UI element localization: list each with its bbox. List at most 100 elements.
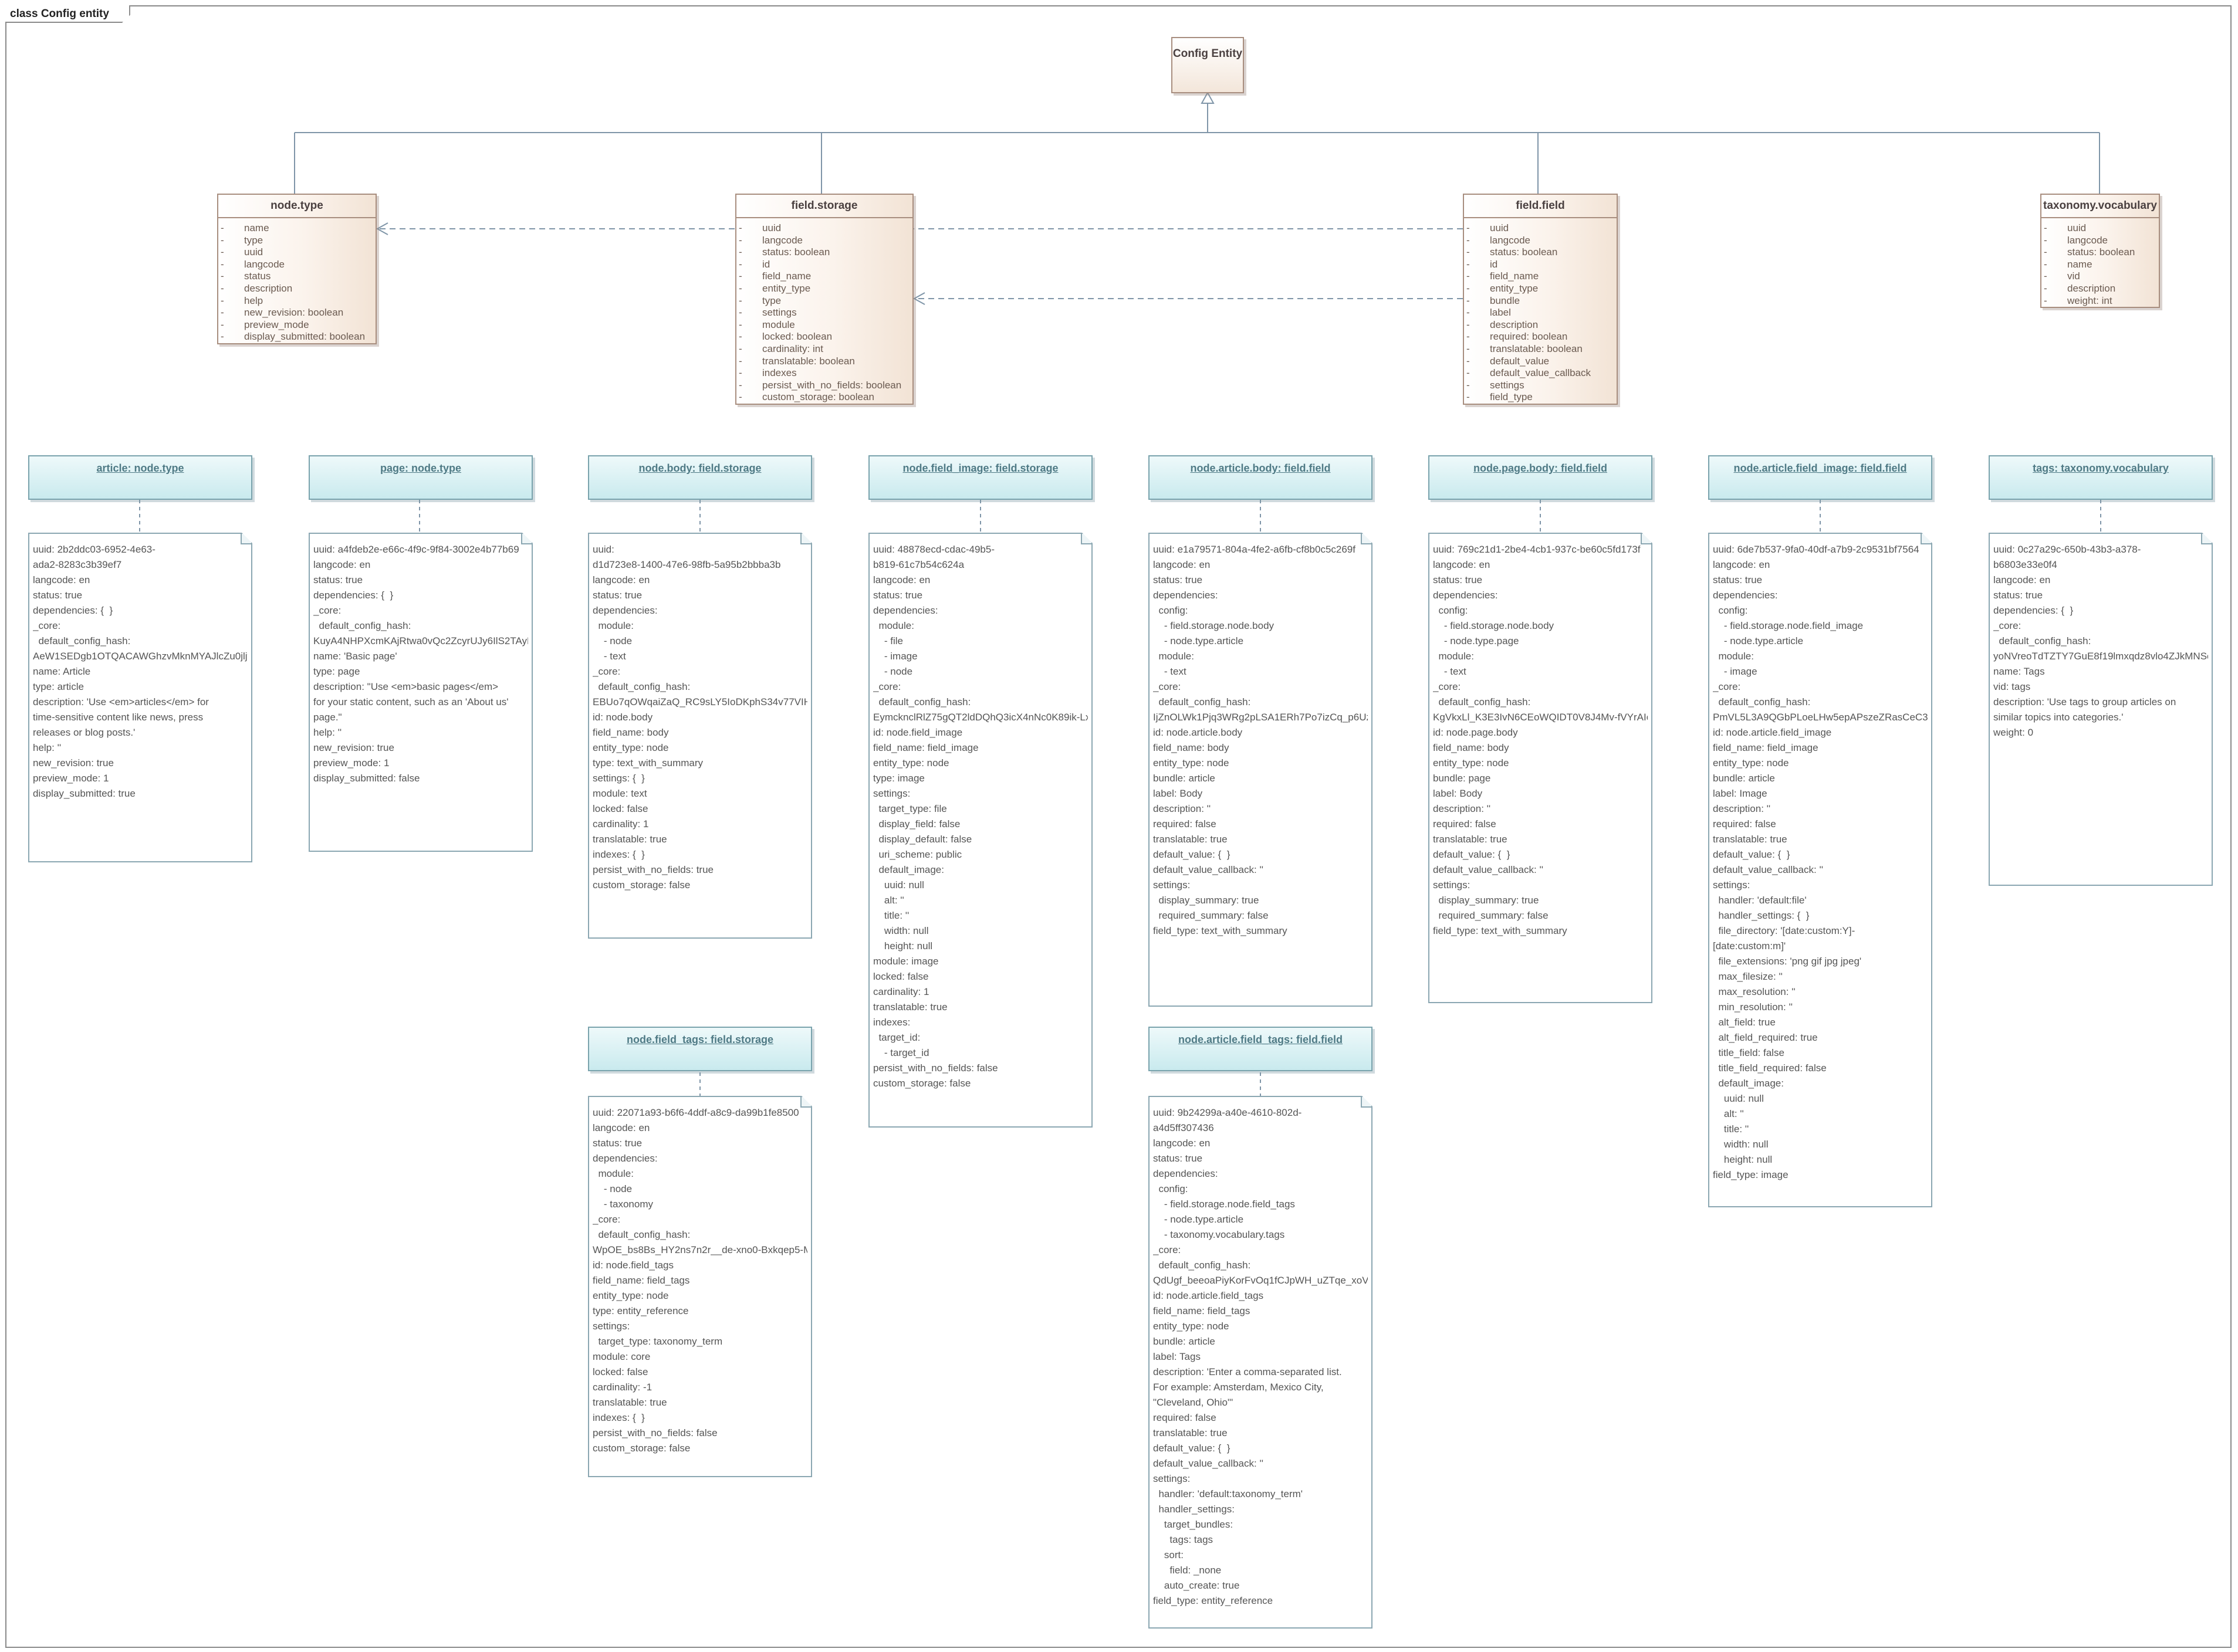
object-title: node.article.body: field.field — [1190, 462, 1331, 474]
note-line: settings: — [1713, 879, 1750, 891]
note-line: display_submitted: true — [33, 788, 136, 799]
note-line: b6803e33e0f4 — [1993, 559, 2057, 570]
note-line: status: true — [593, 1138, 643, 1149]
attribute-label: langcode — [244, 258, 285, 270]
note-line: default_value: { } — [1153, 849, 1230, 860]
note-line: dependencies: — [1433, 590, 1498, 601]
class-name: node.type — [218, 195, 376, 218]
note-line: dependencies: — [1153, 1168, 1218, 1179]
note-line: _core: — [1433, 681, 1461, 692]
note-line: config: — [1153, 605, 1188, 616]
note-line: module: — [593, 620, 634, 631]
attribute-label: description — [2067, 282, 2116, 294]
class-field-storage[interactable]: field.storage - uuid - langcode - status: bool… — [735, 194, 914, 405]
note-line: status: true — [593, 590, 643, 601]
visibility-marker: - — [2044, 282, 2047, 294]
note-line: EBUo7qOWqaiZaQ_RC9sLY5IoDKphS34v77VIHSAC… — [593, 696, 807, 707]
note-line: default_value: { } — [1713, 849, 1790, 860]
object-node-article-field-image[interactable]: node.article.field_image: field.field — [1708, 455, 1932, 500]
note-line: - field.storage.node.field_image — [1713, 620, 1864, 631]
note-line: handler: 'default:taxonomy_term' — [1153, 1488, 1303, 1499]
note-line: - field.storage.node.body — [1153, 620, 1274, 631]
note-line: uuid: 22071a93-b6f6-4ddf-a8c9-da99b1fe85… — [593, 1107, 799, 1118]
note-node-field-tags: uuid: 22071a93-b6f6-4ddf-a8c9-da99b1fe85… — [588, 1096, 812, 1477]
note-line: label: Tags — [1153, 1351, 1201, 1362]
note-line: default_config_hash: — [873, 696, 971, 707]
visibility-marker: - — [739, 307, 742, 319]
note-line: id: node.body — [593, 712, 653, 723]
class-taxonomy-vocabulary[interactable]: taxonomy.vocabulary - uuid - langcode - status… — [2040, 194, 2160, 308]
visibility-marker: - — [1466, 222, 1470, 233]
object-node-article-field-tags[interactable]: node.article.field_tags: field.field — [1148, 1027, 1372, 1071]
attribute-label: name — [244, 222, 269, 233]
class-attribute: - weight: int — [2041, 295, 2159, 307]
class-attribute: - help — [218, 295, 376, 307]
note-line: d1d723e8-1400-47e6-98fb-5a95b2bbba3b — [593, 559, 781, 570]
note-line: settings: — [1153, 1473, 1191, 1484]
class-attribute: - persist_with_no_fields: boolean — [736, 380, 912, 392]
note-line: - image — [873, 651, 918, 662]
attribute-label: entity_type — [762, 282, 811, 294]
class-attribute: - translatable: boolean — [736, 356, 912, 368]
note-line: entity_type: node — [873, 757, 949, 769]
note-line: status: true — [1153, 1153, 1203, 1164]
note-line: _core: — [873, 681, 901, 692]
class-field-field[interactable]: field.field - uuid - langcode - status: boolea… — [1463, 194, 1618, 405]
attribute-label: bundle — [1490, 294, 1520, 306]
attribute-label: required: boolean — [1490, 331, 1568, 343]
note-line: status: true — [1433, 574, 1483, 585]
config-entity-class[interactable]: Config Entity — [1171, 37, 1244, 93]
note-line: module: — [1433, 651, 1474, 662]
attribute-label: entity_type — [1490, 282, 1539, 294]
object-title: node.body: field.storage — [638, 462, 762, 474]
note-line: description: 'Use tags to group articles… — [1993, 696, 2176, 707]
object-article[interactable]: article: node.type — [28, 455, 252, 500]
note-line: - file — [873, 635, 904, 646]
note-line: dependencies: — [593, 1153, 658, 1164]
object-node-field-tags[interactable]: node.field_tags: field.storage — [588, 1027, 812, 1071]
class-attribute: - entity_type — [736, 283, 912, 295]
class-node-type[interactable]: node.type - name - type - uuid - langcode - status… — [217, 194, 377, 344]
note-line: langcode: en — [1433, 559, 1490, 570]
note-line: langcode: en — [1713, 559, 1770, 570]
class-attribute: - preview_mode — [218, 319, 376, 331]
visibility-marker: - — [221, 307, 224, 319]
attribute-label: new_revision: boolean — [244, 307, 344, 319]
class-attribute: - type — [736, 295, 912, 307]
note-line: label: Image — [1713, 788, 1767, 799]
object-node-page-body[interactable]: node.page.body: field.field — [1428, 455, 1652, 500]
object-node-article-body[interactable]: node.article.body: field.field — [1148, 455, 1372, 500]
object-page[interactable]: page: node.type — [309, 455, 533, 500]
object-tags[interactable]: tags: taxonomy.vocabulary — [1989, 455, 2213, 500]
note-line: vid: tags — [1993, 681, 2031, 692]
note-line: _core: — [313, 605, 342, 616]
note-line: dependencies: { } — [33, 605, 113, 616]
class-attribute: - id — [736, 259, 912, 271]
object-node-field-image[interactable]: node.field_image: field.storage — [868, 455, 1093, 500]
note-line: display_summary: true — [1153, 895, 1259, 906]
note-line: - text — [1153, 666, 1186, 677]
note-line: - node — [593, 1183, 633, 1194]
note-line: alt: '' — [873, 895, 904, 906]
note-line: display_summary: true — [1433, 895, 1539, 906]
note-line: _core: — [593, 666, 621, 677]
note-line: langcode: en — [1153, 559, 1211, 570]
attribute-label: description — [244, 282, 293, 294]
visibility-marker: - — [1466, 294, 1470, 306]
note-line: indexes: { } — [593, 1412, 645, 1423]
class-attribute: - name — [2041, 259, 2159, 271]
visibility-marker: - — [221, 234, 224, 246]
note-page: uuid: a4fdeb2e-e66c-4f9c-9f84-3002e4b77b… — [309, 533, 533, 852]
visibility-marker: - — [739, 331, 742, 343]
attribute-label: status: boolean — [2067, 246, 2135, 258]
note-line: id: node.page.body — [1433, 727, 1518, 738]
note-line: default_value: { } — [1433, 849, 1510, 860]
note-line: new_revision: true — [33, 757, 114, 769]
visibility-marker: - — [1466, 367, 1470, 379]
note-line: default_value_callback: '' — [1153, 864, 1263, 875]
note-line: max_resolution: '' — [1713, 986, 1796, 997]
note-line: type: image — [873, 773, 925, 784]
note-line: custom_storage: false — [593, 1443, 691, 1454]
object-node-body[interactable]: node.body: field.storage — [588, 455, 812, 500]
attribute-label: default_value_callback — [1490, 367, 1591, 379]
